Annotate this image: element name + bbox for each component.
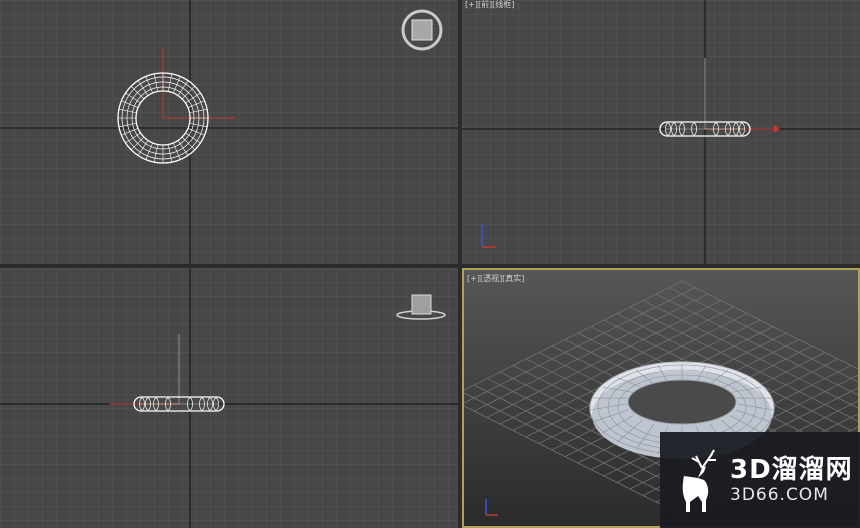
watermark: 3D溜溜网 3D66.COM: [660, 432, 860, 528]
viewport-front[interactable]: [+][前][线框]: [462, 0, 860, 264]
viewport-left-scene: [0, 268, 458, 528]
viewport-label[interactable]: [+][透视][真实]: [467, 273, 524, 284]
watermark-url: 3D66.COM: [730, 485, 829, 505]
axis-tripod: [485, 499, 498, 516]
pivot-gizmo: [162, 48, 235, 119]
viewcube-top[interactable]: [401, 9, 443, 51]
axis-tripod: [481, 224, 496, 248]
viewport-top-scene: [0, 0, 458, 264]
deer-icon: [682, 449, 716, 512]
watermark-brand: 3D溜溜网: [730, 455, 853, 485]
viewport-front-scene: [462, 0, 860, 264]
viewport-label[interactable]: [+][前][线框]: [465, 0, 514, 10]
viewport-top[interactable]: [0, 0, 458, 264]
viewport-divider-horizontal[interactable]: [0, 264, 860, 268]
viewport-left[interactable]: [0, 268, 458, 528]
viewcube-left[interactable]: [396, 294, 446, 320]
